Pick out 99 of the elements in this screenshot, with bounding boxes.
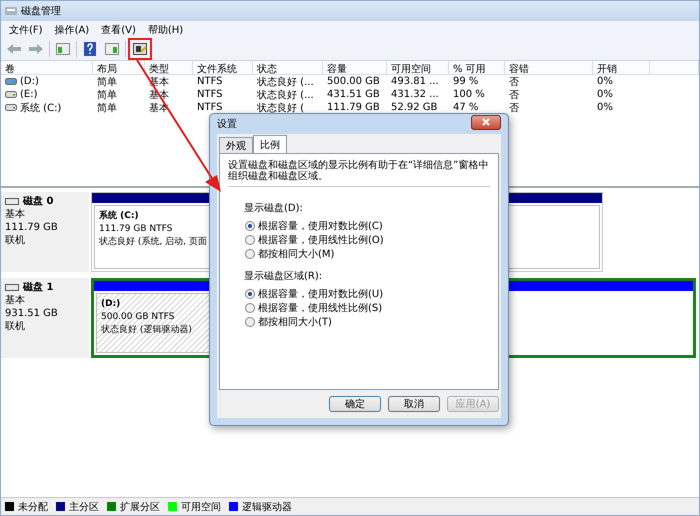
disk-name: 磁盘 1 (23, 281, 54, 294)
menu-item[interactable]: 操作(A) (48, 21, 96, 38)
dialog-button[interactable]: 取消 (388, 396, 440, 412)
disk-info-panel[interactable]: 磁盘 1 基本 931.51 GB 联机 (1, 278, 89, 358)
disk-size: 931.51 GB (5, 307, 59, 320)
panel-button[interactable] (103, 40, 121, 58)
settings-button[interactable] (130, 40, 150, 58)
disk-name: 磁盘 0 (23, 195, 54, 208)
group-label: 显示磁盘区域(R): (244, 270, 324, 283)
table-cell-text: 状态良好 ( (256, 102, 306, 114)
radio-button[interactable] (245, 221, 255, 231)
table-cell-text: 431.51 GB (326, 88, 381, 101)
disk-type: 基本 (5, 294, 26, 307)
disk-type: 基本 (5, 208, 26, 221)
column-header[interactable]: 容错 (505, 61, 593, 75)
radio-button[interactable] (245, 249, 255, 259)
table-cell-text: 否 (508, 88, 520, 101)
legend-label: 可用空间 (181, 500, 221, 514)
column-header[interactable]: 状态 (253, 61, 323, 75)
description-text: 设置磁盘和磁盘区域的显示比例有助于在“详细信息”窗格中组织磁盘和磁盘区域。 (228, 160, 490, 187)
window-title: 磁盘管理 (21, 5, 61, 18)
column-header[interactable]: 可用空间 (387, 61, 449, 75)
option-label[interactable]: 根据容量，使用线性比例(S) (258, 301, 382, 315)
tab[interactable]: 比例 (253, 135, 287, 154)
table-cell-text: 否 (508, 102, 520, 114)
column-header[interactable]: 文件系统 (193, 61, 253, 75)
table-cell-text: 0% (596, 88, 614, 101)
dialog-title: 设置 (217, 118, 237, 131)
menu-item[interactable]: 帮助(H) (142, 21, 190, 38)
legend-label: 扩展分区 (120, 500, 160, 514)
forward-arrow-icon (29, 44, 43, 54)
group-label: 显示磁盘(D): (244, 202, 304, 215)
disk-status: 联机 (5, 320, 26, 333)
table-cell-text: NTFS (196, 101, 224, 114)
properties-icon (133, 43, 147, 55)
column-header[interactable]: 容量 (323, 61, 387, 75)
column-header[interactable]: % 可用 (449, 61, 505, 75)
table-cell-text: 简单 (96, 102, 118, 114)
table-cell-text: 0% (596, 101, 614, 114)
partition-status: 状态良好 (逻辑驱动器) (101, 324, 192, 337)
table-cell: (D:) (20, 76, 39, 87)
close-icon (482, 118, 490, 126)
drive-icon (5, 78, 17, 85)
drive-icon (5, 104, 17, 111)
disk-info-panel[interactable]: 磁盘 0 基本 111.79 GB 联机 (1, 192, 89, 272)
table-cell-text: 47 % (452, 101, 480, 114)
column-header[interactable]: 布局 (93, 61, 145, 75)
option-label[interactable]: 根据容量，使用线性比例(O) (258, 233, 384, 247)
disk-status: 联机 (5, 234, 26, 247)
partition-name: (D:) (101, 298, 120, 311)
option-label[interactable]: 都按相同大小(T) (258, 315, 332, 329)
radio-button[interactable] (245, 303, 255, 313)
radio-button[interactable] (245, 289, 255, 299)
table-cell-text: NTFS (196, 88, 224, 101)
panel-button[interactable] (54, 40, 72, 58)
partition-size: 500.00 GB NTFS (101, 311, 174, 324)
help-button[interactable] (81, 40, 99, 58)
partition-size: 111.79 GB NTFS (99, 223, 172, 236)
table-cell-text: 493.81 ... (390, 75, 440, 88)
table-cell-text: 状态良好 (... (256, 76, 315, 88)
table-cell-text: 0% (596, 75, 614, 88)
option-label[interactable]: 根据容量，使用对数比例(C) (258, 219, 383, 233)
table-cell-text: 111.79 GB (326, 101, 381, 114)
legend-label: 主分区 (69, 500, 99, 514)
table-cell-text: 简单 (96, 76, 118, 88)
table-cell-text: NTFS (196, 75, 224, 88)
drive-icon (5, 91, 17, 98)
partition-status: 状态良好 (系统, 启动, 页面 (99, 236, 207, 249)
column-header[interactable]: 开销 (593, 61, 650, 75)
legend-label: 逻辑驱动器 (242, 500, 292, 514)
table-cell-text: 99 % (452, 75, 480, 88)
close-button[interactable] (471, 114, 501, 130)
disk-size: 111.79 GB (5, 221, 59, 234)
legend-label: 未分配 (18, 500, 48, 514)
menu-item[interactable]: 文件(F) (3, 21, 49, 38)
table-cell-text: 状态良好 (... (256, 88, 315, 101)
table-cell: (E:) (20, 89, 38, 100)
column-header[interactable]: 类型 (145, 61, 193, 75)
option-label[interactable]: 根据容量，使用对数比例(U) (258, 287, 384, 301)
column-header[interactable]: 卷 (1, 61, 93, 75)
back-arrow-icon (7, 44, 21, 54)
table-cell-text: 500.00 GB (326, 75, 381, 88)
table-cell-text: 系统 (C:) (20, 102, 62, 114)
dialog-button[interactable]: 确定 (329, 396, 381, 412)
table-cell-text: 否 (508, 76, 520, 88)
menu-item[interactable]: 查看(V) (95, 21, 142, 38)
help-icon (84, 42, 96, 56)
panel-icon (105, 43, 119, 55)
table-cell-text: 简单 (96, 88, 118, 101)
partition-name: 系统 (C:) (99, 210, 139, 223)
radio-button[interactable] (245, 235, 255, 245)
table-cell-text: 431.32 ... (390, 88, 440, 101)
radio-button[interactable] (245, 317, 255, 327)
option-label[interactable]: 都按相同大小(M) (258, 247, 334, 261)
tab[interactable]: 外观 (219, 137, 253, 153)
table-cell-text: 52.92 GB (390, 101, 438, 114)
app-icon (5, 6, 17, 16)
table-cell-text: 100 % (452, 88, 486, 101)
panel-icon (56, 43, 70, 55)
